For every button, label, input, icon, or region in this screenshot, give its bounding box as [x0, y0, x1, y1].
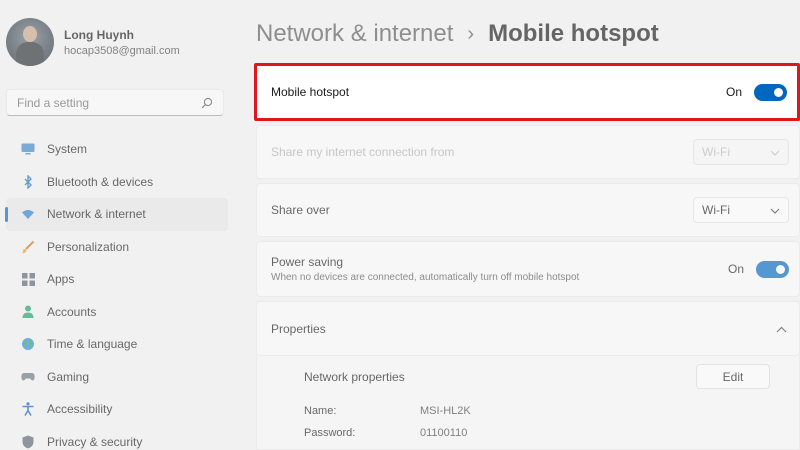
chevron-down-icon — [770, 145, 780, 159]
sidebar-item-label: Accounts — [47, 304, 97, 319]
sidebar-item-apps[interactable]: Apps — [6, 263, 228, 296]
power-saving-description: When no devices are connected, automatic… — [271, 272, 580, 283]
edit-button[interactable]: Edit — [696, 364, 770, 389]
page-title: Mobile hotspot — [488, 20, 659, 47]
share-over-card: Share over Wi-Fi — [256, 183, 800, 237]
mobile-hotspot-toggle[interactable] — [754, 83, 787, 101]
mobile-hotspot-label: Mobile hotspot — [271, 85, 350, 99]
breadcrumb-separator: › — [467, 22, 475, 45]
search-input[interactable]: Find a setting — [6, 89, 224, 116]
sidebar-item-label: Privacy & security — [47, 434, 143, 449]
sidebar-item-accounts[interactable]: Accounts — [6, 296, 228, 329]
person-icon — [21, 305, 35, 319]
sidebar-item-personalization[interactable]: Personalization — [6, 231, 228, 264]
share-from-dropdown[interactable]: Wi-Fi — [693, 139, 789, 165]
sidebar-item-bluetooth[interactable]: Bluetooth & devices — [6, 166, 228, 199]
power-saving-card: Power saving When no devices are connect… — [256, 241, 800, 297]
mobile-hotspot-state: On — [725, 85, 742, 99]
breadcrumb: Network & internet › Mobile hotspot — [256, 20, 659, 48]
user-profile[interactable]: Long Huynh hocap3508@gmail.com — [6, 18, 180, 66]
sidebar-item-label: Network & internet — [47, 207, 146, 222]
bluetooth-icon — [21, 174, 35, 189]
globe-clock-icon — [21, 337, 35, 351]
controller-icon — [21, 370, 35, 384]
share-from-label: Share my internet connection from — [271, 145, 455, 159]
power-saving-label: Power saving — [271, 255, 344, 269]
search-icon[interactable] — [201, 97, 213, 109]
properties-header[interactable]: Properties — [256, 301, 800, 356]
password-key: Password: — [304, 427, 356, 439]
share-from-card: Share my internet connection from Wi-Fi — [256, 125, 800, 179]
sidebar-item-system[interactable]: System — [6, 133, 228, 166]
sidebar: Long Huynh hocap3508@gmail.com Find a se… — [0, 0, 240, 450]
sidebar-item-label: Bluetooth & devices — [47, 174, 154, 189]
accessibility-icon — [21, 402, 35, 417]
name-row: Name: MSI-HL2K — [304, 405, 471, 417]
shield-icon — [21, 435, 35, 449]
share-over-dropdown[interactable]: Wi-Fi — [693, 197, 789, 223]
network-properties-title: Network properties — [304, 370, 405, 384]
sidebar-item-network[interactable]: Network & internet — [5, 198, 228, 231]
brush-icon — [21, 240, 35, 254]
properties-label: Properties — [271, 321, 326, 336]
share-over-label: Share over — [271, 203, 330, 217]
sidebar-item-label: Time & language — [47, 337, 138, 352]
user-email: hocap3508@gmail.com — [64, 44, 180, 57]
search-placeholder: Find a setting — [17, 95, 90, 110]
wifi-icon — [21, 207, 35, 221]
sidebar-item-label: Personalization — [47, 239, 130, 254]
power-saving-state: On — [727, 262, 744, 276]
name-key: Name: — [304, 405, 337, 417]
avatar — [6, 18, 54, 66]
password-value: 01100110 — [420, 427, 468, 439]
name-value: MSI-HL2K — [420, 405, 471, 417]
apps-icon — [21, 272, 35, 286]
sidebar-item-gaming[interactable]: Gaming — [6, 361, 228, 394]
user-name: Long Huynh — [64, 27, 134, 42]
monitor-icon — [21, 142, 35, 156]
chevron-up-icon[interactable] — [776, 320, 787, 338]
sidebar-item-label: System — [47, 142, 88, 157]
sidebar-item-label: Accessibility — [47, 402, 113, 417]
breadcrumb-parent[interactable]: Network & internet — [256, 20, 453, 48]
password-row: Password: 01100110 — [304, 427, 467, 439]
sidebar-item-privacy[interactable]: Privacy & security — [6, 426, 228, 450]
main-content: Network & internet › Mobile hotspot Mobi… — [254, 0, 800, 450]
sidebar-item-accessibility[interactable]: Accessibility — [6, 393, 228, 426]
sidebar-item-label: Gaming — [47, 369, 90, 384]
sidebar-nav: System Bluetooth & devices Network & int… — [0, 133, 228, 450]
share-over-value: Wi-Fi — [702, 203, 730, 217]
chevron-down-icon — [770, 203, 780, 217]
sidebar-item-label: Apps — [47, 272, 75, 287]
power-saving-toggle[interactable] — [756, 260, 789, 278]
mobile-hotspot-card: Mobile hotspot On — [254, 63, 800, 121]
share-from-value: Wi-Fi — [702, 145, 730, 159]
sidebar-item-time-language[interactable]: Time & language — [6, 328, 228, 361]
